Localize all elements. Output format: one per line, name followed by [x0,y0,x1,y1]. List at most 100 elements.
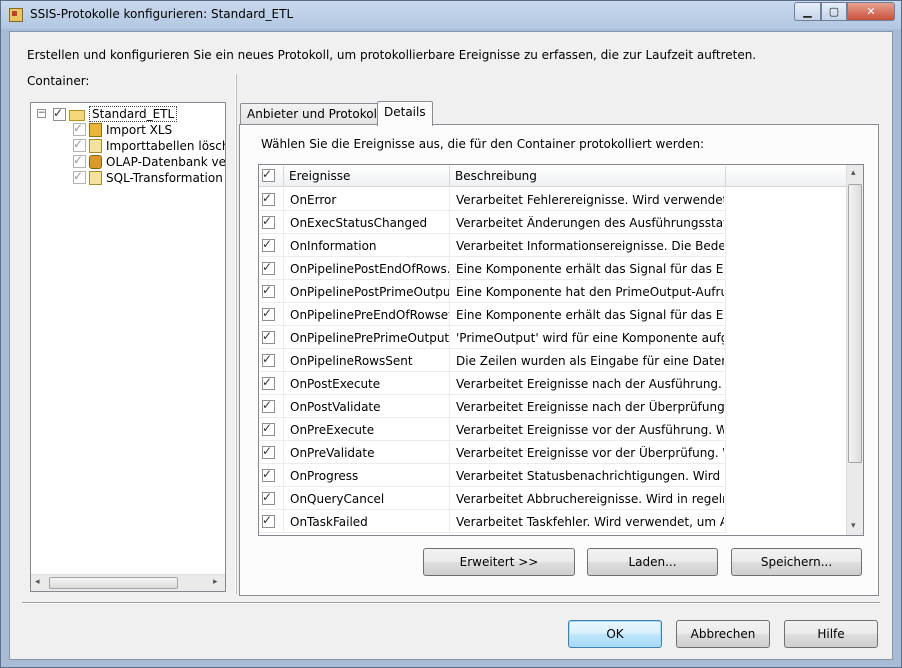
event-name: OnProgress [290,469,359,483]
event-checkbox[interactable]: ✓ [262,260,275,275]
grid-vertical-scrollbar[interactable]: ▴ ▾ [846,165,863,535]
olap-icon [89,154,102,169]
minimize-button[interactable]: ▁ [794,2,821,21]
pane-splitter[interactable] [235,74,237,594]
event-row[interactable]: ✓ OnPipelinePostPrimeOutput Eine Komponent… [259,280,726,303]
event-row[interactable]: ✓ OnPostExecute Verarbeitet Ereignisse nac… [259,372,726,395]
collapse-icon[interactable]: − [37,109,46,118]
tree-checkbox[interactable]: ✓ [53,105,66,121]
grid-header: ✓ Ereignisse Beschreibung [259,165,849,187]
event-name: OnError [290,193,337,207]
check-icon: ✓ [73,153,84,167]
event-checkbox[interactable]: ✓ [262,191,275,206]
event-row[interactable]: ✓ OnError Verarbeitet Fehlerereignisse. Wi… [259,188,726,211]
event-checkbox[interactable]: ✓ [262,352,275,367]
tree-checkbox[interactable]: ✓ [73,137,86,152]
event-checkbox[interactable]: ✓ [262,490,275,505]
cancel-button[interactable]: Abbrechen [676,620,770,648]
check-icon: ✓ [262,329,273,343]
scrollbar-thumb[interactable] [848,184,862,463]
check-icon: ✓ [53,105,64,120]
event-description: Verarbeitet Änderungen des Ausführungsst… [456,216,724,230]
help-button[interactable]: Hilfe [784,620,878,648]
event-row[interactable]: ✓ OnPipelinePreEndOfRowset Eine Komponente… [259,303,726,326]
select-all-checkbox[interactable]: ✓ [262,167,275,182]
event-checkbox[interactable]: ✓ [262,398,275,413]
event-row[interactable]: ✓ OnProgress Verarbeitet Statusbenachricht… [259,464,726,487]
event-row[interactable]: ✓ OnInformation Verarbeitet Informationser… [259,234,726,257]
check-icon: ✓ [262,490,273,504]
check-icon: ✓ [262,444,273,458]
event-checkbox[interactable]: ✓ [262,283,275,298]
event-row[interactable]: ✓ OnTaskFailed Verarbeitet Taskfehler. Wir… [259,510,726,533]
tree-item-label: OLAP-Datenbank vera [106,154,226,169]
event-row[interactable]: ✓ OnPostValidate Verarbeitet Ereignisse na… [259,395,726,418]
event-row[interactable]: ✓ OnPipelinePrePrimeOutput 'PrimeOutput' w… [259,326,726,349]
event-checkbox[interactable]: ✓ [262,329,275,344]
maximize-button[interactable]: ▢ [821,2,847,21]
tree-item-label: SQL-Transformation [106,170,223,185]
event-description: Eine Komponente erhält das Signal für da… [456,262,724,276]
tree-checkbox[interactable]: ✓ [73,153,86,168]
tab-providers-and-logs[interactable]: Anbieter und Protokolle [240,103,395,125]
event-description: Verarbeitet Ereignisse nach der Überprüf… [456,400,724,414]
event-checkbox[interactable]: ✓ [262,467,275,482]
load-button[interactable]: Laden... [587,548,718,576]
tree-item-import-xls[interactable]: ✓ Import XLS [73,121,173,138]
close-button[interactable]: ✕ [847,2,895,21]
tree-horizontal-scrollbar[interactable]: ◂ ▸ [31,574,225,591]
event-description: Verarbeitet Ereignisse vor der Überprüfu… [456,446,724,460]
event-checkbox[interactable]: ✓ [262,306,275,321]
advanced-button[interactable]: Erweitert >> [423,548,575,576]
check-icon: ✓ [73,137,84,151]
event-description: Verarbeitet Taskfehler. Wird verwendet, … [456,515,724,529]
event-row[interactable]: ✓ OnQueryCancel Verarbeitet Abbruchereigni… [259,487,726,510]
event-row[interactable]: ✓ OnPreValidate Verarbeitet Ereignisse vor… [259,441,726,464]
event-checkbox[interactable]: ✓ [262,421,275,436]
event-checkbox[interactable]: ✓ [262,444,275,459]
event-name: OnPipelineRowsSent [290,354,413,368]
dialog-body: Erstellen und konfigurieren Sie ein neue… [9,31,893,660]
event-description: Verarbeitet Ereignisse vor der Ausführun… [456,423,724,437]
dialog-window: SSIS-Protokolle konfigurieren: Standard_… [0,0,902,668]
tab-details[interactable]: Details [377,101,433,126]
tree-checkbox[interactable]: ✓ [73,121,86,136]
event-description: Eine Komponente hat den PrimeOutput-Aufr… [456,285,724,299]
event-name: OnTaskFailed [290,515,368,529]
script-task-icon [89,138,102,153]
event-row[interactable]: ✓ OnExecStatusChanged Verarbeitet Änderung… [259,211,726,234]
column-header-events[interactable]: Ereignisse [289,169,350,183]
event-checkbox[interactable]: ✓ [262,237,275,252]
event-row[interactable]: ✓ OnPipelineRowsSent Die Zeilen wurden als… [259,349,726,372]
event-row[interactable]: ✓ OnPreExecute Verarbeitet Ereignisse vor … [259,418,726,441]
event-checkbox[interactable]: ✓ [262,513,275,528]
tree-item-sql-transformation[interactable]: ✓ SQL-Transformation [73,169,223,186]
event-description: 'PrimeOutput' wird für eine Komponente a… [456,331,724,345]
event-checkbox[interactable]: ✓ [262,375,275,390]
scroll-down-icon[interactable]: ▾ [851,521,856,531]
check-icon: ✓ [262,398,273,412]
scroll-right-icon[interactable]: ▸ [213,577,218,587]
event-description: Verarbeitet Statusbenachrichtigungen. Wi… [456,469,724,483]
container-label: Container: [27,74,90,88]
event-description: Verarbeitet Fehlerereignisse. Wird verwe… [456,193,724,207]
scrollbar-thumb[interactable] [49,577,178,589]
tree-item-importtabellen[interactable]: ✓ Importtabellen lösche [73,137,225,154]
column-header-description[interactable]: Beschreibung [455,169,537,183]
event-row[interactable]: ✓ OnPipelinePostEndOfRows... Eine Komponen… [259,257,726,280]
tree-item-label: Standard_ETL [89,106,178,122]
tree-checkbox[interactable]: ✓ [73,169,86,184]
tree-item-label: Import XLS [106,122,173,137]
check-icon: ✓ [262,260,273,274]
save-button[interactable]: Speichern... [731,548,862,576]
ok-button[interactable]: OK [568,620,662,648]
event-name: OnInformation [290,239,377,253]
scroll-up-icon[interactable]: ▴ [851,168,856,178]
events-grid[interactable]: ✓ Ereignisse Beschreibung ✓ OnError Verarb… [258,164,864,536]
container-tree[interactable]: − ✓ Standard_ETL ✓ Import XLS ✓ Importtabel… [30,102,226,592]
event-name: OnExecStatusChanged [290,216,428,230]
event-name: OnPipelinePrePrimeOutput [290,331,450,345]
scroll-left-icon[interactable]: ◂ [35,577,40,587]
tree-item-olap-datenbank[interactable]: ✓ OLAP-Datenbank vera [73,153,226,170]
event-checkbox[interactable]: ✓ [262,214,275,229]
